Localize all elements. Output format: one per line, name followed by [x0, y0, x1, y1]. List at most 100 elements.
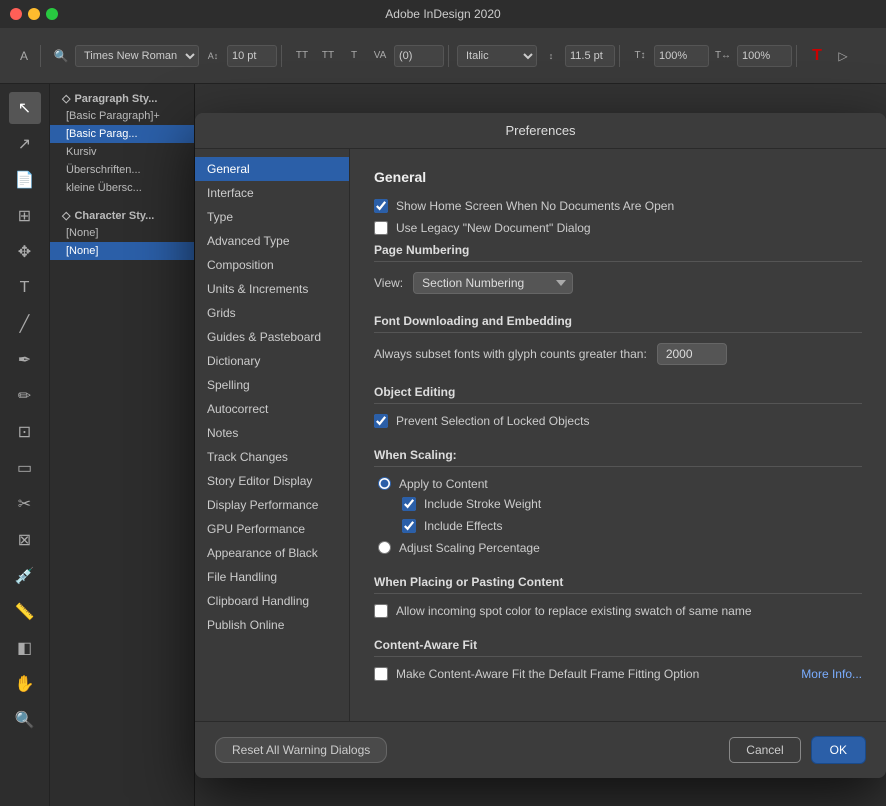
measure-icon[interactable]: 📏 [9, 596, 41, 628]
char-none-selected[interactable]: [None] [50, 242, 194, 260]
scaling-suboptions: Include Stroke Weight Include Effects [374, 497, 862, 533]
footer-left: Reset All Warning Dialogs [215, 737, 387, 763]
paragraph-styles-header[interactable]: ◇Paragraph Sty... [50, 88, 194, 107]
when-scaling-title: When Scaling: [374, 448, 862, 467]
font-size-icon: A↕ [201, 45, 225, 67]
pencil-tool-icon[interactable]: ✏ [9, 380, 41, 412]
view-selector[interactable]: Section Numbering Absolute Numbering [413, 272, 573, 294]
page-numbering-view-row: View: Section Numbering Absolute Numberi… [374, 272, 862, 294]
nav-clipboard[interactable]: Clipboard Handling [195, 589, 349, 613]
nav-appearance[interactable]: Appearance of Black [195, 541, 349, 565]
more-info-link[interactable]: More Info... [801, 667, 862, 681]
nav-gpu[interactable]: GPU Performance [195, 517, 349, 541]
maximize-button[interactable] [46, 8, 58, 20]
nav-dictionary[interactable]: Dictionary [195, 349, 349, 373]
close-button[interactable] [10, 8, 22, 20]
char-none[interactable]: [None] [50, 224, 194, 242]
scale-v-input[interactable] [654, 45, 709, 67]
pen-tool-icon[interactable]: ✒ [9, 344, 41, 376]
make-default-row: Make Content-Aware Fit the Default Frame… [374, 667, 699, 681]
placing-pasting-title: When Placing or Pasting Content [374, 575, 862, 594]
uberschriften[interactable]: Überschriften... [50, 161, 194, 179]
font-downloading-title: Font Downloading and Embedding [374, 314, 862, 333]
direct-select-icon[interactable]: ↗ [9, 128, 41, 160]
kursiv[interactable]: Kursiv [50, 143, 194, 161]
gradient-icon[interactable]: ◧ [9, 632, 41, 664]
type-tool-icon[interactable]: A [12, 45, 36, 67]
cancel-button[interactable]: Cancel [729, 737, 800, 763]
nav-units[interactable]: Units & Increments [195, 277, 349, 301]
gap-tool-icon[interactable]: ⊞ [9, 200, 41, 232]
font-size-input[interactable] [227, 45, 277, 67]
include-stroke-checkbox[interactable] [402, 497, 416, 511]
show-home-screen-checkbox[interactable] [374, 199, 388, 213]
search-font-icon[interactable]: 🔍 [49, 45, 73, 67]
adjust-scaling-radio[interactable] [378, 541, 391, 554]
eyedropper-icon[interactable]: 💉 [9, 560, 41, 592]
font-downloading-section: Font Downloading and Embedding Always su… [374, 314, 862, 365]
scale-h-input[interactable] [737, 45, 792, 67]
select-tool-icon[interactable]: ↖ [9, 92, 41, 124]
basic-paragraph-plus[interactable]: [Basic Paragraph]+ [50, 107, 194, 125]
leading-input[interactable] [565, 45, 615, 67]
dialog-overlay: Preferences General Interface Type Advan… [195, 84, 886, 806]
nav-publish-online[interactable]: Publish Online [195, 613, 349, 637]
nav-notes[interactable]: Notes [195, 421, 349, 445]
type-tool-icon2[interactable]: T [9, 272, 41, 304]
kerning-icon: TT [316, 45, 340, 67]
nav-autocorrect[interactable]: Autocorrect [195, 397, 349, 421]
use-legacy-label: Use Legacy "New Document" Dialog [396, 221, 591, 235]
prevent-selection-checkbox[interactable] [374, 414, 388, 428]
nav-general[interactable]: General [195, 157, 349, 181]
scale-v-icon: T↕ [628, 45, 652, 67]
page-tool-icon[interactable]: 📄 [9, 164, 41, 196]
styles-panel: ◇Paragraph Sty... [Basic Paragraph]+ [Ba… [50, 84, 195, 806]
nav-file-handling[interactable]: File Handling [195, 565, 349, 589]
zoom-tool-icon[interactable]: 🔍 [9, 704, 41, 736]
nav-composition[interactable]: Composition [195, 253, 349, 277]
font-selector[interactable]: Times New Roman [75, 45, 199, 67]
nav-story-editor[interactable]: Story Editor Display [195, 469, 349, 493]
style-group: Italic ↕ [453, 45, 620, 67]
content-tool-icon[interactable]: ✥ [9, 236, 41, 268]
nav-advanced-type[interactable]: Advanced Type [195, 229, 349, 253]
nav-track-changes[interactable]: Track Changes [195, 445, 349, 469]
view-label: View: [374, 276, 403, 290]
tt-icon: T [342, 45, 366, 67]
free-transform-icon[interactable]: ⊠ [9, 524, 41, 556]
nav-spelling[interactable]: Spelling [195, 373, 349, 397]
nav-guides[interactable]: Guides & Pasteboard [195, 325, 349, 349]
type-tool-group: A [8, 45, 41, 67]
scale-group: T↕ T↔ [624, 45, 797, 67]
include-effects-checkbox[interactable] [402, 519, 416, 533]
rect-tool-icon[interactable]: ▭ [9, 452, 41, 484]
tracking-input[interactable] [394, 45, 444, 67]
character-styles-header[interactable]: ◇Character Sty... [50, 205, 194, 224]
allow-incoming-checkbox[interactable] [374, 604, 388, 618]
nav-display-perf[interactable]: Display Performance [195, 493, 349, 517]
style-selector[interactable]: Italic [457, 45, 537, 67]
minimize-button[interactable] [28, 8, 40, 20]
adjust-scaling-row: Adjust Scaling Percentage [374, 541, 862, 555]
nav-grids[interactable]: Grids [195, 301, 349, 325]
dialog-body: General Interface Type Advanced Type Com… [195, 149, 886, 721]
color-swatch-icon[interactable]: T [805, 45, 829, 67]
content-aware-section: Content-Aware Fit Make Content-Aware Fit… [374, 638, 862, 681]
nav-interface[interactable]: Interface [195, 181, 349, 205]
reset-warning-dialogs-button[interactable]: Reset All Warning Dialogs [215, 737, 387, 763]
hand-tool-icon[interactable]: ✋ [9, 668, 41, 700]
rect-frame-icon[interactable]: ⊡ [9, 416, 41, 448]
make-default-checkbox[interactable] [374, 667, 388, 681]
line-tool-icon[interactable]: ╱ [9, 308, 41, 340]
basic-paragraph[interactable]: [Basic Parag... [50, 125, 194, 143]
apply-to-content-radio[interactable] [378, 477, 391, 490]
use-legacy-checkbox[interactable] [374, 221, 388, 235]
kleine-ubersc[interactable]: kleine Übersc... [50, 179, 194, 197]
ok-button[interactable]: OK [811, 736, 866, 764]
prevent-selection-row: Prevent Selection of Locked Objects [374, 414, 862, 428]
more-options-icon[interactable]: ▷ [831, 45, 855, 67]
nav-type[interactable]: Type [195, 205, 349, 229]
scissors-icon[interactable]: ✂ [9, 488, 41, 520]
font-subset-input[interactable] [657, 343, 727, 365]
page-numbering-title: Page Numbering [374, 243, 862, 262]
